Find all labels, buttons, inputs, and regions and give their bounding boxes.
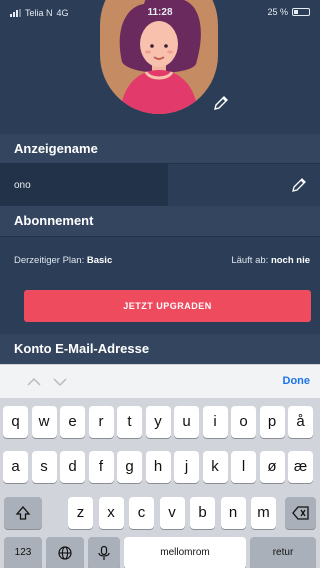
display-name-row: [0, 164, 320, 206]
battery-percent: 25 %: [267, 7, 288, 17]
expires-label: Läuft ab:: [231, 255, 269, 266]
numbers-key[interactable]: 123: [4, 537, 42, 568]
chevron-up-icon[interactable]: [26, 374, 42, 390]
plan-value: Basic: [86, 255, 113, 266]
key-c[interactable]: c: [129, 497, 154, 529]
current-plan: Derzeitiger Plan: Basic: [14, 255, 112, 266]
key-l[interactable]: l: [231, 451, 256, 483]
plan-label: Derzeitiger Plan:: [14, 255, 85, 266]
key-i[interactable]: i: [202, 406, 228, 438]
email-header: Konto E-Mail-Adresse: [0, 334, 320, 364]
key-d[interactable]: d: [60, 451, 85, 483]
key-p[interactable]: p: [259, 406, 285, 438]
key-g[interactable]: g: [117, 451, 142, 483]
key-x[interactable]: x: [98, 497, 124, 529]
key-j[interactable]: j: [174, 451, 199, 483]
key-a[interactable]: a: [3, 451, 28, 483]
key-r[interactable]: r: [88, 406, 114, 438]
battery-icon: [292, 8, 310, 16]
key-b[interactable]: b: [190, 497, 215, 529]
key-s[interactable]: s: [31, 451, 57, 483]
key-w[interactable]: w: [31, 406, 57, 438]
backspace-icon: [291, 506, 309, 520]
key-y[interactable]: y: [145, 406, 171, 438]
shift-key[interactable]: [4, 497, 42, 529]
done-button[interactable]: Done: [283, 375, 311, 387]
globe-key[interactable]: [46, 537, 84, 568]
status-bar: Telia N 4G 11:28 25 %: [0, 0, 320, 24]
shift-icon: [15, 506, 31, 520]
key-k[interactable]: k: [202, 451, 228, 483]
backspace-key[interactable]: [285, 497, 316, 529]
subscription-header: Abonnement: [0, 206, 320, 236]
upgrade-button[interactable]: JETZT UPGRADEN: [24, 290, 311, 322]
divider: [0, 236, 320, 237]
key-ø[interactable]: ø: [259, 451, 285, 483]
key-h[interactable]: h: [145, 451, 171, 483]
status-right: 25 %: [267, 7, 310, 17]
microphone-icon: [98, 545, 110, 560]
key-m[interactable]: m: [251, 497, 276, 529]
space-key[interactable]: mellomrom: [124, 537, 246, 568]
key-æ[interactable]: æ: [288, 451, 313, 483]
return-key[interactable]: retur: [250, 537, 316, 568]
key-o[interactable]: o: [231, 406, 256, 438]
edit-name-icon[interactable]: [290, 176, 308, 194]
keyboard: 123 mellomrom retur qwertyuiopå asdfghjkl…: [0, 398, 320, 568]
key-u[interactable]: u: [174, 406, 199, 438]
display-name-header: Anzeigename: [0, 134, 320, 164]
dictation-key[interactable]: [88, 537, 120, 568]
key-f[interactable]: f: [88, 451, 114, 483]
key-e[interactable]: e: [60, 406, 85, 438]
key-v[interactable]: v: [159, 497, 185, 529]
key-n[interactable]: n: [220, 497, 246, 529]
expires-value: noch nie: [270, 255, 310, 266]
edit-avatar-icon[interactable]: [212, 94, 230, 112]
key-q[interactable]: q: [3, 406, 28, 438]
display-name-input[interactable]: [0, 164, 168, 206]
keyboard-toolbar: Done: [0, 364, 320, 398]
key-t[interactable]: t: [117, 406, 142, 438]
chevron-down-icon[interactable]: [52, 374, 68, 390]
key-å[interactable]: å: [288, 406, 313, 438]
key-z[interactable]: z: [68, 497, 93, 529]
expiry: Läuft ab: noch nie: [231, 255, 310, 266]
plan-row: Derzeitiger Plan: Basic Läuft ab: noch n…: [0, 244, 320, 278]
globe-icon: [58, 546, 72, 560]
